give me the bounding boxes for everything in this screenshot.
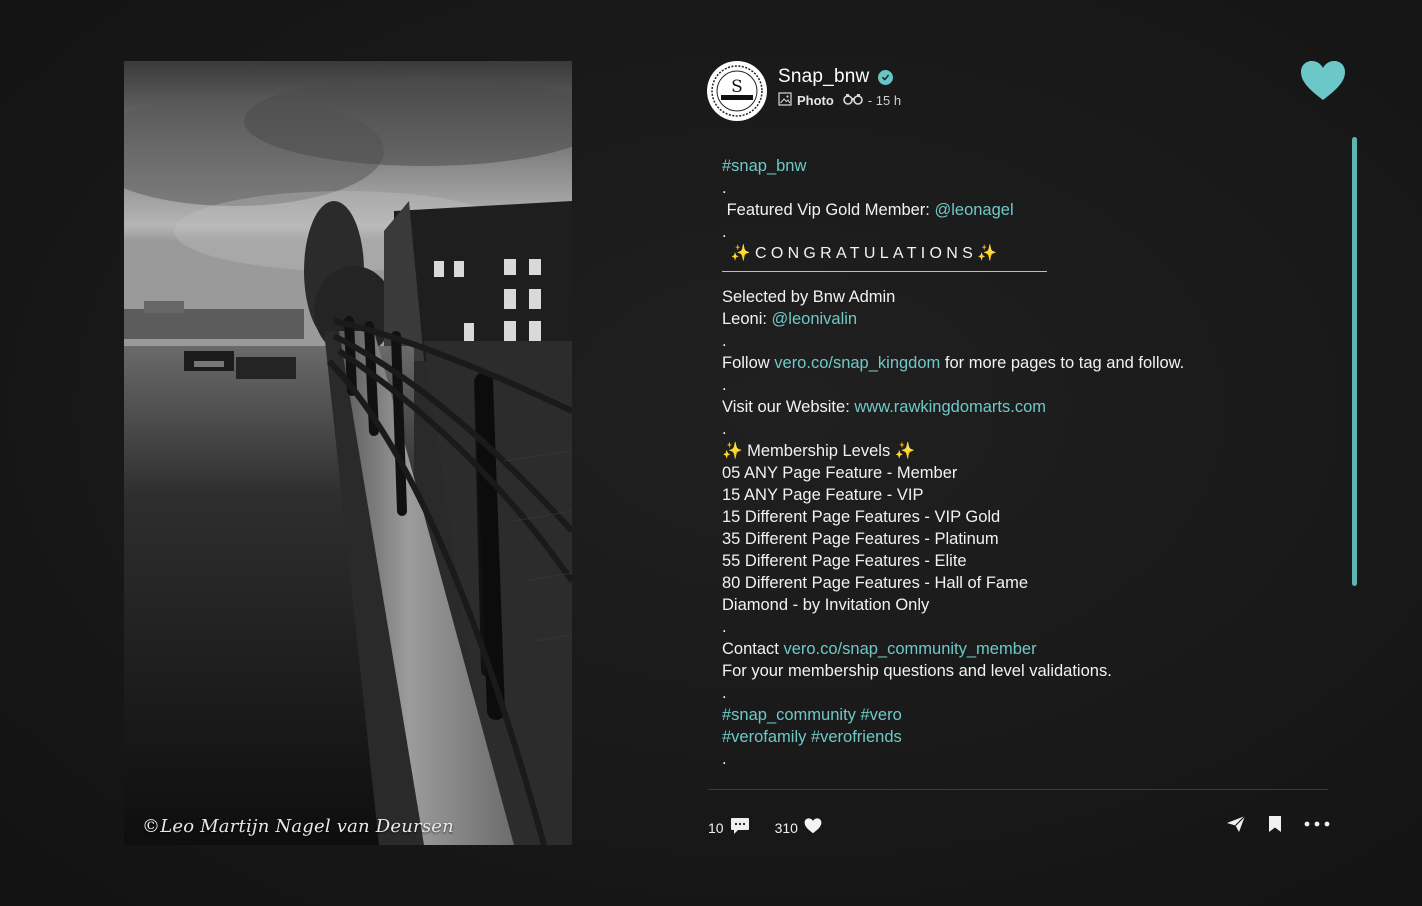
heart-icon <box>804 818 822 837</box>
contact-line: Contact vero.co/snap_community_member <box>722 638 1322 660</box>
likes-count: 310 <box>774 819 798 836</box>
membership-level: Diamond - by Invitation Only <box>722 596 930 614</box>
actions-divider <box>708 789 1328 790</box>
more-icon[interactable] <box>1304 821 1330 827</box>
membership-title: ✨ Membership Levels ✨ <box>722 442 916 460</box>
bookmark-icon[interactable] <box>1268 815 1282 833</box>
membership-level: 15 Different Page Features - VIP Gold <box>722 508 1001 526</box>
caption-dot: . <box>722 750 727 768</box>
caption-dot: . <box>722 179 727 197</box>
share-icon[interactable] <box>1226 815 1246 833</box>
photo-watermark: ©Leo Martijn Nagel van Deursen <box>142 816 454 837</box>
avatar-logo-icon: S <box>708 62 766 120</box>
follow-link[interactable]: vero.co/snap_kingdom <box>774 354 940 372</box>
caption-dot: . <box>722 618 727 636</box>
post-caption: #snap_bnw . Featured Vip Gold Member: @l… <box>722 155 1322 787</box>
caption-dot: . <box>722 376 727 394</box>
comments-button[interactable]: 10 <box>708 817 750 838</box>
follow-suffix: for more pages to tag and follow. <box>940 354 1185 372</box>
caption-dot: . <box>722 684 727 702</box>
follow-line: Follow vero.co/snap_kingdom for more pag… <box>722 352 1322 374</box>
membership-level: 35 Different Page Features - Platinum <box>722 530 999 548</box>
post-type: Photo <box>797 93 834 108</box>
svg-text:S: S <box>731 77 743 97</box>
post-stats: 10 310 <box>708 817 822 838</box>
comments-count: 10 <box>708 819 724 836</box>
caption-dot: . <box>722 223 727 241</box>
contact-note: For your membership questions and level … <box>722 662 1112 680</box>
hashtag-link[interactable]: #snap_bnw <box>722 155 1322 177</box>
photo-icon <box>778 92 792 109</box>
caption-dot: . <box>722 332 727 350</box>
leoni-label: Leoni: <box>722 310 772 328</box>
membership-level: 80 Different Page Features - Hall of Fam… <box>722 574 1029 592</box>
caption-scrollbar[interactable] <box>1352 137 1357 586</box>
follow-prefix: Follow <box>722 354 775 372</box>
visit-prefix: Visit our Website: <box>722 398 855 416</box>
contact-link[interactable]: vero.co/snap_community_member <box>783 640 1036 658</box>
post-actions <box>1226 815 1330 833</box>
comment-icon <box>730 817 750 838</box>
username[interactable]: Snap_bnw <box>778 66 869 88</box>
contact-prefix: Contact <box>722 640 784 658</box>
selected-by-text: Selected by Bnw Admin <box>722 288 896 306</box>
likes-button[interactable]: 310 <box>775 818 822 837</box>
post-header: Snap_bnw <box>778 66 894 88</box>
membership-level: 05 ANY Page Feature - Member <box>722 464 958 482</box>
featured-label: Featured Vip Gold Member: <box>726 201 935 219</box>
post-meta: Photo - 15 h <box>778 92 901 109</box>
leoni-line: Leoni: @leonivalin <box>722 308 1322 330</box>
caption-dot: . <box>722 420 727 438</box>
binoculars-icon <box>843 93 863 108</box>
visit-line: Visit our Website: www.rawkingdomarts.co… <box>722 396 1322 418</box>
photo-canvas <box>124 61 572 845</box>
hashtags-link[interactable]: #verofamily #verofriends <box>722 726 1322 748</box>
verified-icon <box>878 69 894 85</box>
avatar[interactable]: S <box>707 61 767 121</box>
leoni-handle-link[interactable]: @leonivalin <box>772 310 858 328</box>
post-photo[interactable]: ©Leo Martijn Nagel van Deursen <box>124 61 572 845</box>
post-time: - 15 h <box>867 93 902 108</box>
love-icon[interactable] <box>1300 60 1346 102</box>
featured-handle-link[interactable]: @leonagel <box>934 201 1013 219</box>
membership-level: 55 Different Page Features - Elite <box>722 552 967 570</box>
website-link[interactable]: www.rawkingdomarts.com <box>854 398 1046 416</box>
featured-line: Featured Vip Gold Member: @leonagel <box>722 199 1322 221</box>
caption-divider <box>722 271 1047 272</box>
membership-level: 15 ANY Page Feature - VIP <box>722 486 924 504</box>
hashtags-link[interactable]: #snap_community #vero <box>722 704 1322 726</box>
post-view: ©Leo Martijn Nagel van Deursen S Snap_bn… <box>0 0 1422 906</box>
congrats-text: ✨CONGRATULATIONS✨ <box>730 245 1002 262</box>
